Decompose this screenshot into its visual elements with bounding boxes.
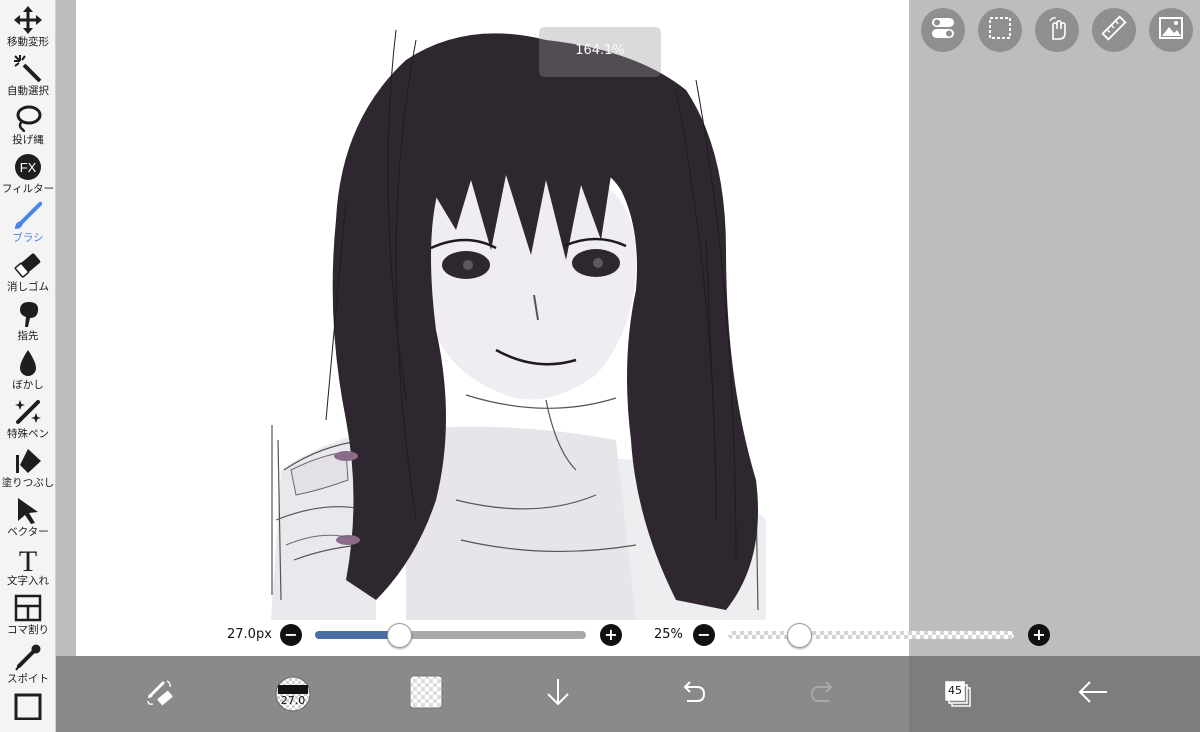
tool-sidebar: 移動変形 自動選択 投げ縄 FX フィルター ブラシ 消しゴム 指先 ぼかし 特…	[0, 0, 56, 732]
tool-canvas-frame[interactable]	[0, 688, 56, 724]
tool-blur[interactable]: ぼかし	[0, 345, 56, 394]
brush-size-minus-button[interactable]: −	[280, 624, 302, 646]
tool-text[interactable]: T 文字入れ	[0, 541, 56, 590]
brush-size-value: 27.0px	[227, 627, 272, 642]
tool-vector[interactable]: ベクター	[0, 492, 56, 541]
text-t-icon: T	[13, 544, 43, 574]
tool-label: 移動変形	[7, 36, 49, 48]
tool-finger[interactable]: 指先	[0, 296, 56, 345]
finger-smudge-icon	[13, 299, 43, 329]
undo-icon	[677, 677, 707, 711]
color-button[interactable]	[404, 668, 448, 720]
tool-label: 指先	[17, 330, 39, 342]
brush-preview-value: 27.0	[280, 694, 306, 707]
ruler-pen-icon	[1101, 15, 1127, 45]
tool-label: ベクター	[7, 526, 49, 538]
tool-label: 自動選択	[7, 85, 49, 97]
tool-auto-select[interactable]: 自動選択	[0, 51, 56, 100]
tool-eyedropper[interactable]: スポイト	[0, 639, 56, 688]
tool-label: コマ割り	[7, 624, 49, 636]
blur-drop-icon	[13, 348, 43, 378]
lasso-icon	[13, 103, 43, 133]
panel-divider-icon	[13, 593, 43, 623]
sparkle-pen-icon	[13, 397, 43, 427]
selection-button[interactable]	[978, 8, 1022, 52]
back-button[interactable]	[1070, 668, 1116, 720]
brush-opacity-knob[interactable]	[787, 623, 812, 648]
vector-cursor-icon	[13, 495, 43, 525]
bucket-fill-icon	[13, 446, 43, 476]
eraser-icon	[13, 250, 43, 280]
layers-count: 45	[948, 684, 962, 697]
material-button[interactable]	[1149, 8, 1193, 52]
tool-special-pen[interactable]: 特殊ペン	[0, 394, 56, 443]
tool-label: 投げ縄	[12, 134, 44, 146]
brush-size-icon: 27.0	[274, 675, 312, 713]
artwork-illustration	[271, 29, 766, 620]
tool-label: ぼかし	[12, 379, 44, 391]
hand-gesture-icon	[1044, 15, 1070, 45]
brush-size-knob[interactable]	[386, 623, 412, 648]
arrow-down-icon	[543, 677, 573, 711]
brush-size-button[interactable]: 27.0	[268, 668, 318, 720]
tool-label: ブラシ	[12, 232, 44, 244]
swap-tools-icon	[144, 677, 174, 711]
fx-icon: FX	[13, 152, 43, 182]
tool-filter[interactable]: FX フィルター	[0, 149, 56, 198]
eyedropper-icon	[13, 642, 43, 672]
tool-lasso[interactable]: 投げ縄	[0, 100, 56, 149]
tool-label: 塗りつぶし	[1, 477, 55, 489]
move-arrows-icon	[13, 5, 43, 35]
drawing-canvas[interactable]: 164.1%	[76, 0, 909, 656]
layers-icon: 45	[943, 679, 973, 709]
tool-label: 文字入れ	[7, 575, 49, 587]
brush-icon	[13, 201, 43, 231]
svg-text:FX: FX	[20, 160, 37, 175]
arrow-left-icon	[1077, 677, 1109, 711]
tool-label: スポイト	[7, 673, 49, 685]
tool-label: フィルター	[1, 183, 55, 195]
brush-opacity-value: 25%	[654, 627, 683, 642]
undo-button[interactable]	[670, 668, 714, 720]
swap-tools-button[interactable]	[136, 668, 182, 720]
magic-wand-icon	[13, 54, 43, 84]
svg-text:T: T	[19, 545, 37, 573]
tool-label: 特殊ペン	[7, 428, 49, 440]
tool-frame-divider[interactable]: コマ割り	[0, 590, 56, 639]
bottom-toolbar: 27.0 45	[56, 656, 1200, 732]
ruler-button[interactable]	[1092, 8, 1136, 52]
tool-label: 消しゴム	[7, 281, 49, 293]
zoom-indicator: 164.1%	[539, 27, 661, 77]
tool-move-transform[interactable]: 移動変形	[0, 2, 56, 51]
brush-opacity-minus-button[interactable]: −	[693, 624, 715, 646]
app-window: 移動変形 自動選択 投げ縄 FX フィルター ブラシ 消しゴム 指先 ぼかし 特…	[0, 0, 1200, 732]
brush-sliders: 27.0px − + 25% − +	[56, 616, 1200, 656]
image-material-icon	[1158, 15, 1184, 45]
brush-size-slider[interactable]	[315, 631, 586, 639]
frame-icon	[13, 691, 43, 721]
gesture-button[interactable]	[1035, 8, 1079, 52]
brush-opacity-plus-button[interactable]: +	[1028, 624, 1050, 646]
color-swatch-icon	[409, 675, 443, 713]
toggle-button[interactable]	[921, 8, 965, 52]
brush-size-plus-button[interactable]: +	[600, 624, 622, 646]
brush-opacity-slider[interactable]	[728, 631, 1014, 639]
redo-button[interactable]	[802, 668, 846, 720]
redo-icon	[809, 677, 839, 711]
tool-fill[interactable]: 塗りつぶし	[0, 443, 56, 492]
tool-brush[interactable]: ブラシ	[0, 198, 56, 247]
tool-eraser[interactable]: 消しゴム	[0, 247, 56, 296]
selection-rect-icon	[987, 15, 1013, 45]
toggle-switch-icon	[930, 15, 956, 45]
layers-button[interactable]: 45	[936, 668, 980, 720]
down-button[interactable]	[536, 668, 580, 720]
